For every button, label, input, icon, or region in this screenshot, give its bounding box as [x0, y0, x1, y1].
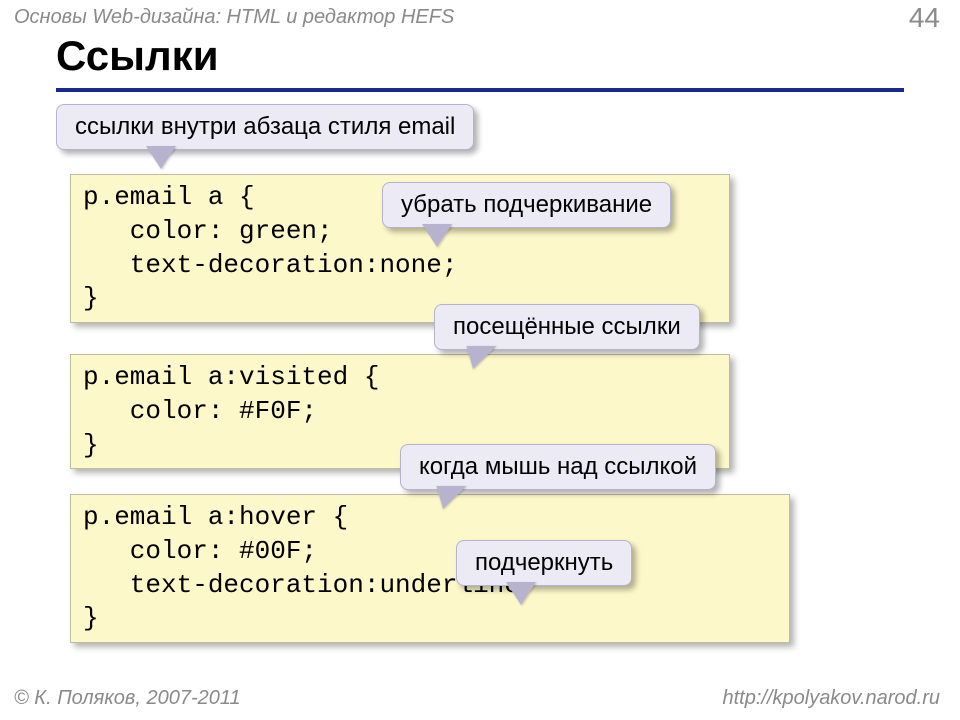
footer-url: http://kpolyakov.narod.ru [722, 687, 940, 710]
callout-tail-icon [507, 583, 535, 605]
callout-text: когда мышь над ссылкой [419, 453, 697, 480]
callout-underline: подчеркнуть [456, 540, 632, 586]
callout-links-in-email-paragraph: ссылки внутри абзаца стиля email [56, 104, 474, 150]
callout-text: убрать подчеркивание [401, 191, 652, 218]
slide-title: Ссылки [56, 32, 219, 80]
code-block-3: p.email a:hover { color: #00F; text-deco… [70, 494, 790, 643]
callout-text: подчеркнуть [475, 549, 613, 576]
callout-tail-icon [147, 147, 175, 169]
callout-visited-links: посещённые ссылки [434, 304, 700, 350]
course-title: Основы Web-дизайна: HTML и редактор HEFS [14, 6, 454, 29]
callout-text: ссылки внутри абзаца стиля email [75, 113, 455, 140]
footer-copyright: © К. Поляков, 2007-2011 [14, 687, 241, 710]
callout-remove-underline: убрать подчеркивание [382, 182, 671, 228]
title-rule [56, 88, 904, 92]
callout-mouse-over-link: когда мышь над ссылкой [400, 444, 716, 490]
callout-tail-icon [423, 225, 451, 247]
page-number: 44 [909, 2, 940, 34]
callout-text: посещённые ссылки [453, 313, 681, 340]
